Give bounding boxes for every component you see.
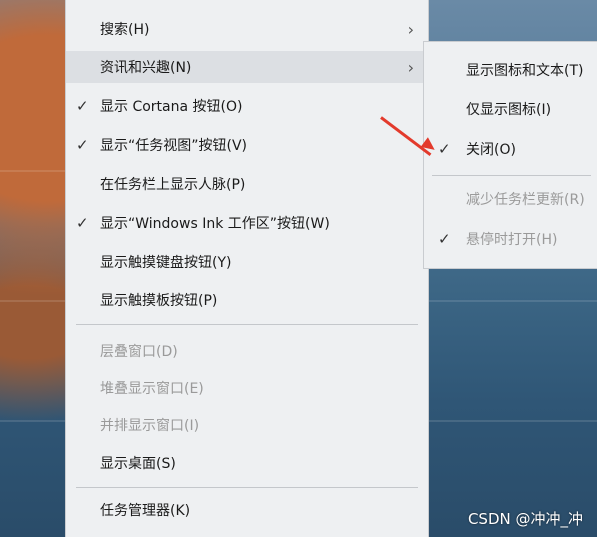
menu-separator (432, 175, 591, 176)
submenu-item-open-on-hover: ✓ 悬停时打开(H) (424, 223, 597, 255)
menu-separator (76, 487, 418, 488)
menu-item-stack-windows: 堆叠显示窗口(E) (66, 372, 428, 404)
submenu-item-show-icon-and-text[interactable]: 显示图标和文本(T) (424, 54, 597, 86)
check-icon: ✓ (76, 97, 89, 115)
menu-item-show-windows-ink-button[interactable]: ✓ 显示“Windows Ink 工作区”按钮(W) (66, 207, 428, 239)
menu-item-label: 显示 Cortana 按钮(O) (100, 99, 243, 115)
menu-item-label: 任务管理器(K) (100, 503, 191, 519)
menu-item-label: 层叠窗口(D) (100, 344, 178, 360)
menu-item-label: 显示桌面(S) (100, 456, 176, 472)
menu-item-label: 显示“任务视图”按钮(V) (100, 138, 248, 154)
menu-item-show-desktop[interactable]: 显示桌面(S) (66, 447, 428, 479)
menu-item-label: 显示触摸键盘按钮(Y) (100, 255, 232, 271)
check-icon: ✓ (76, 136, 89, 154)
menu-item-label: 关闭(O) (466, 142, 516, 158)
check-icon: ✓ (438, 230, 451, 248)
menu-item-task-manager[interactable]: 任务管理器(K) (66, 494, 428, 526)
menu-item-label: 仅显示图标(I) (466, 102, 552, 118)
taskbar-context-menu: 搜索(H) › 资讯和兴趣(N) › ✓ 显示 Cortana 按钮(O) ✓ … (66, 0, 428, 537)
menu-item-label: 悬停时打开(H) (466, 232, 558, 248)
news-and-interests-submenu: 显示图标和文本(T) 仅显示图标(I) ✓ 关闭(O) 减少任务栏更新(R) ✓… (424, 42, 597, 268)
menu-item-label: 资讯和兴趣(N) (100, 60, 192, 76)
submenu-item-reduce-taskbar-updates: 减少任务栏更新(R) (424, 183, 597, 215)
menu-item-show-cortana-button[interactable]: ✓ 显示 Cortana 按钮(O) (66, 90, 428, 122)
menu-item-news-and-interests[interactable]: 资讯和兴趣(N) › (66, 51, 428, 83)
watermark: CSDN @冲冲_冲 (467, 510, 583, 528)
menu-item-show-task-view-button[interactable]: ✓ 显示“任务视图”按钮(V) (66, 129, 428, 161)
menu-separator (76, 324, 418, 325)
submenu-item-show-icon-only[interactable]: 仅显示图标(I) (424, 93, 597, 125)
menu-item-show-people[interactable]: 在任务栏上显示人脉(P) (66, 168, 428, 200)
menu-item-cascade-windows: 层叠窗口(D) (66, 335, 428, 367)
check-icon: ✓ (76, 214, 89, 232)
menu-item-label: 显示触摸板按钮(P) (100, 293, 218, 309)
menu-item-label: 显示图标和文本(T) (466, 63, 584, 79)
menu-item-search[interactable]: 搜索(H) › (66, 13, 428, 45)
menu-item-show-touchpad-button[interactable]: 显示触摸板按钮(P) (66, 284, 428, 316)
chevron-right-icon: › (407, 19, 414, 39)
menu-item-label: 在任务栏上显示人脉(P) (100, 177, 246, 193)
menu-item-side-by-side-windows: 并排显示窗口(I) (66, 409, 428, 441)
menu-item-label: 并排显示窗口(I) (100, 418, 200, 434)
menu-item-label: 搜索(H) (100, 22, 150, 38)
chevron-right-icon: › (407, 57, 414, 77)
menu-item-show-touch-keyboard-button[interactable]: 显示触摸键盘按钮(Y) (66, 246, 428, 278)
menu-item-label: 减少任务栏更新(R) (466, 192, 585, 208)
menu-item-label: 显示“Windows Ink 工作区”按钮(W) (100, 216, 330, 232)
submenu-item-turn-off[interactable]: ✓ 关闭(O) (424, 133, 597, 165)
check-icon: ✓ (438, 140, 451, 158)
menu-item-label: 堆叠显示窗口(E) (100, 381, 204, 397)
